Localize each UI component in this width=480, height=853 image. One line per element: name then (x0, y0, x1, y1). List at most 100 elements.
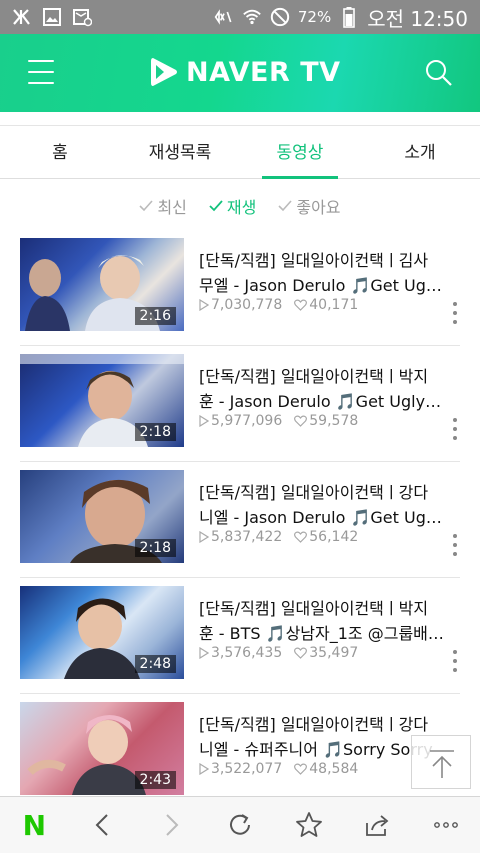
back-button[interactable] (69, 797, 138, 853)
sort-plays[interactable]: 재생 (209, 190, 256, 222)
video-title-line: 니엘 - 슈퍼주니어 🎵Sorry Sorry (199, 740, 433, 759)
like-count: 48,584 (309, 761, 359, 777)
more-icon-dot (453, 650, 457, 654)
play-count-icon (199, 647, 209, 659)
more-icon-dot (453, 436, 457, 440)
refresh-button[interactable] (206, 797, 275, 853)
bookmark-star-icon (295, 812, 322, 837)
video-title-line: [단독/직캠] 일대일아이컨택ㅣ김사 (199, 251, 429, 270)
heart-icon (294, 531, 308, 543)
video-item[interactable]: 2:18 [단독/직캠] 일대일아이컨택ㅣ박지 훈 - Jason Derulo… (0, 346, 480, 462)
play-count-icon (199, 531, 209, 543)
video-title-line: 니엘 - Jason Derulo 🎵Get Ugly… (199, 508, 445, 527)
arrow-up-icon (430, 750, 454, 778)
forward-icon (166, 814, 179, 836)
video-thumbnail[interactable]: 2:18 (20, 470, 184, 563)
menu-icon-bar (28, 82, 54, 84)
check-icon (139, 200, 154, 212)
video-title[interactable]: [단독/직캠] 일대일아이컨택ㅣ강다 니엘 - 슈퍼주니어 🎵Sorry Sor… (199, 712, 445, 762)
video-title-line: 무엘 - Jason Derulo 🎵Get Ugly… (199, 276, 445, 295)
search-button[interactable] (424, 58, 454, 88)
wifi-icon (242, 7, 262, 27)
tab-home[interactable]: 홈 (0, 127, 120, 178)
play-count: 3,576,435 (211, 645, 283, 661)
sort-options: 최신 재생 좋아요 (0, 190, 480, 222)
like-count: 56,142 (309, 529, 359, 545)
share-button[interactable] (343, 797, 412, 853)
more-icon-dot (453, 302, 457, 306)
video-stats: 5,977,096 59,578 (199, 413, 358, 429)
menu-icon-bar (28, 60, 54, 62)
video-stats: 3,522,077 48,584 (199, 761, 358, 777)
video-title[interactable]: [단독/직캠] 일대일아이컨택ㅣ박지 훈 - Jason Derulo 🎵Get… (199, 364, 445, 414)
more-options-button[interactable] (448, 418, 462, 440)
more-icon-dot (453, 552, 457, 556)
app-header: NAVER TV (0, 34, 480, 112)
share-icon (366, 815, 389, 836)
bookmark-button[interactable] (274, 797, 343, 853)
back-icon (95, 814, 108, 836)
scroll-to-top-button[interactable] (411, 735, 471, 789)
more-icon-dot (453, 418, 457, 422)
play-count-icon (199, 763, 209, 775)
heart-icon (294, 299, 308, 311)
more-options-button[interactable] (448, 650, 462, 672)
sort-latest[interactable]: 최신 (139, 190, 187, 222)
play-count: 3,522,077 (211, 761, 283, 777)
video-item[interactable]: 2:18 [단독/직캠] 일대일아이컨택ㅣ강다 니엘 - Jason Derul… (0, 462, 480, 578)
video-duration: 2:48 (134, 655, 176, 673)
more-options-button[interactable] (448, 302, 462, 324)
play-count: 7,030,778 (211, 297, 283, 313)
battery-percent: 72% (297, 8, 332, 26)
tab-videos[interactable]: 동영상 (240, 127, 360, 179)
sort-likes[interactable]: 좋아요 (278, 190, 341, 222)
video-thumbnail[interactable]: 2:16 (20, 238, 184, 331)
naver-home-button[interactable]: N (0, 797, 69, 853)
video-duration: 2:18 (134, 423, 176, 441)
image-icon (42, 7, 62, 27)
video-item[interactable]: 2:48 [단독/직캠] 일대일아이컨택ㅣ박지 훈 - BTS 🎵상남자_1조 … (0, 578, 480, 694)
more-icon-dot (453, 668, 457, 672)
video-duration: 2:16 (134, 307, 176, 325)
menu-button[interactable] (28, 60, 54, 84)
header-spacer (0, 112, 480, 126)
notification-icon (72, 7, 92, 27)
video-stats: 7,030,778 40,171 (199, 297, 358, 313)
video-title-line: [단독/직캠] 일대일아이컨택ㅣ강다 (199, 715, 429, 734)
video-item[interactable]: 2:16 [단독/직캠] 일대일아이컨택ㅣ김사 무엘 - Jason Derul… (0, 230, 480, 346)
naver-tv-logo[interactable]: NAVER TV (150, 56, 341, 88)
video-stats: 5,837,422 56,142 (199, 529, 358, 545)
more-icon-dot (453, 659, 457, 663)
status-bar: 72% 오전 12:50 (0, 0, 480, 34)
tab-about[interactable]: 소개 (360, 127, 480, 178)
tab-playlists[interactable]: 재생목록 (120, 127, 240, 178)
video-thumbnail[interactable]: 2:18 (20, 354, 184, 447)
more-options-button[interactable] (448, 534, 462, 556)
naver-home-icon: N (22, 808, 46, 842)
channel-tabs: 홈 재생목록 동영상 소개 (0, 127, 480, 179)
menu-icon-bar (28, 71, 54, 73)
check-icon (278, 200, 292, 212)
play-logo-icon (151, 58, 177, 86)
video-title-line: 훈 - Jason Derulo 🎵Get Ugly @. (199, 392, 445, 411)
video-thumbnail[interactable]: 2:48 (20, 586, 184, 679)
play-count: 5,977,096 (211, 413, 283, 429)
more-icon-dot (453, 311, 457, 315)
video-title-line: [단독/직캠] 일대일아이컨택ㅣ박지 (199, 599, 429, 618)
forward-button[interactable] (137, 797, 206, 853)
video-item[interactable]: 2:43 [단독/직캠] 일대일아이컨택ㅣ강다 니엘 - 슈퍼주니어 🎵Sorr… (0, 694, 480, 810)
heart-icon (294, 415, 308, 427)
video-title[interactable]: [단독/직캠] 일대일아이컨택ㅣ박지 훈 - BTS 🎵상남자_1조 @그룹배… (199, 596, 445, 646)
video-title[interactable]: [단독/직캠] 일대일아이컨택ㅣ강다 니엘 - Jason Derulo 🎵Ge… (199, 480, 445, 530)
video-duration: 2:43 (134, 771, 176, 789)
video-title-line: 훈 - BTS 🎵상남자_1조 @그룹배… (199, 624, 444, 643)
page: 72% 오전 12:50 NAVER TV 홈 재생목록 동영상 소개 최신 재… (0, 0, 480, 853)
mute-icon (214, 7, 234, 27)
video-thumbnail[interactable]: 2:43 (20, 702, 184, 795)
video-title[interactable]: [단독/직캠] 일대일아이컨택ㅣ김사 무엘 - Jason Derulo 🎵Ge… (199, 248, 445, 298)
more-menu-button[interactable] (411, 797, 480, 853)
more-icon (433, 822, 458, 828)
video-list: 2:16 [단독/직캠] 일대일아이컨택ㅣ김사 무엘 - Jason Derul… (0, 230, 480, 810)
clock: 오전 12:50 (367, 6, 468, 31)
refresh-icon (230, 814, 251, 835)
